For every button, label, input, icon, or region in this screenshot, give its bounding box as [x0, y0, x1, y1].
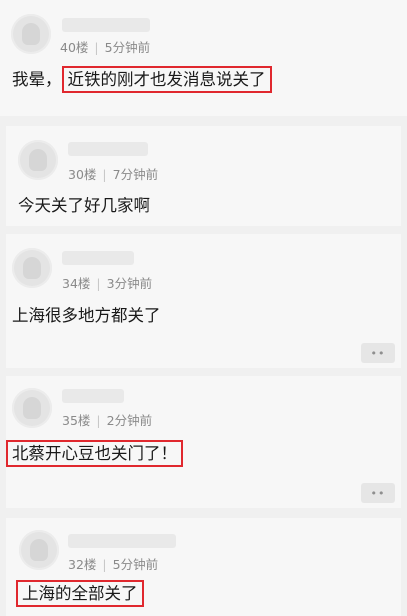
- comment-body: 上海很多地方都关了: [12, 306, 161, 325]
- post-time: 5分钟前: [104, 40, 151, 55]
- more-icon: ••: [370, 346, 386, 360]
- meta-separator: |: [96, 413, 101, 428]
- comment-card: 30楼 | 7分钟前 今天关了好几家啊: [6, 126, 401, 226]
- post-time: 2分钟前: [106, 413, 153, 428]
- comment-card: 35楼 | 2分钟前 北蔡开心豆也关门了！ ••: [6, 376, 401, 508]
- floor-number: 34楼: [62, 276, 91, 291]
- meta-separator: |: [96, 276, 101, 291]
- comment-meta: 40楼 | 5分钟前: [60, 37, 150, 56]
- username-blurred[interactable]: [62, 251, 134, 265]
- highlighted-text: 近铁的刚才也发消息说关了: [61, 66, 272, 93]
- floor-number: 30楼: [68, 167, 97, 182]
- meta-separator: |: [94, 40, 99, 55]
- post-time: 3分钟前: [106, 276, 153, 291]
- username-blurred[interactable]: [68, 534, 176, 548]
- avatar[interactable]: [11, 14, 51, 54]
- comment-text: 今天关了好几家啊: [18, 192, 150, 216]
- username-blurred[interactable]: [62, 18, 150, 32]
- comment-text: 北蔡开心豆也关门了！: [6, 440, 183, 467]
- floor-number: 32楼: [68, 557, 97, 572]
- post-time: 7分钟前: [112, 167, 159, 182]
- highlighted-text: 上海的全部关了: [16, 580, 144, 607]
- comment-text: 上海很多地方都关了: [12, 302, 161, 326]
- comment-meta: 30楼 | 7分钟前: [68, 164, 158, 183]
- comment-body: 今天关了好几家啊: [18, 196, 150, 215]
- avatar[interactable]: [19, 530, 59, 570]
- comment-card: 32楼 | 5分钟前 上海的全部关了: [6, 518, 401, 616]
- highlighted-text: 北蔡开心豆也关门了！: [6, 440, 183, 467]
- more-options-button[interactable]: ••: [361, 483, 395, 503]
- meta-separator: |: [102, 557, 107, 572]
- floor-number: 40楼: [60, 40, 89, 55]
- comment-prefix: 我晕，: [12, 70, 62, 89]
- comment-meta: 32楼 | 5分钟前: [68, 554, 158, 573]
- comment-card: 40楼 | 5分钟前 我晕， 近铁的刚才也发消息说关了: [0, 0, 407, 116]
- comment-meta: 34楼 | 3分钟前: [62, 273, 152, 292]
- avatar[interactable]: [12, 248, 52, 288]
- username-blurred[interactable]: [62, 389, 124, 403]
- avatar[interactable]: [12, 388, 52, 428]
- comment-text: 我晕， 近铁的刚才也发消息说关了: [12, 66, 272, 93]
- floor-number: 35楼: [62, 413, 91, 428]
- avatar[interactable]: [18, 140, 58, 180]
- meta-separator: |: [102, 167, 107, 182]
- more-icon: ••: [370, 486, 386, 500]
- comment-text: 上海的全部关了: [16, 580, 144, 607]
- post-time: 5分钟前: [112, 557, 159, 572]
- comment-card: 34楼 | 3分钟前 上海很多地方都关了 ••: [6, 234, 401, 368]
- more-options-button[interactable]: ••: [361, 343, 395, 363]
- comment-meta: 35楼 | 2分钟前: [62, 410, 152, 429]
- username-blurred[interactable]: [68, 142, 148, 156]
